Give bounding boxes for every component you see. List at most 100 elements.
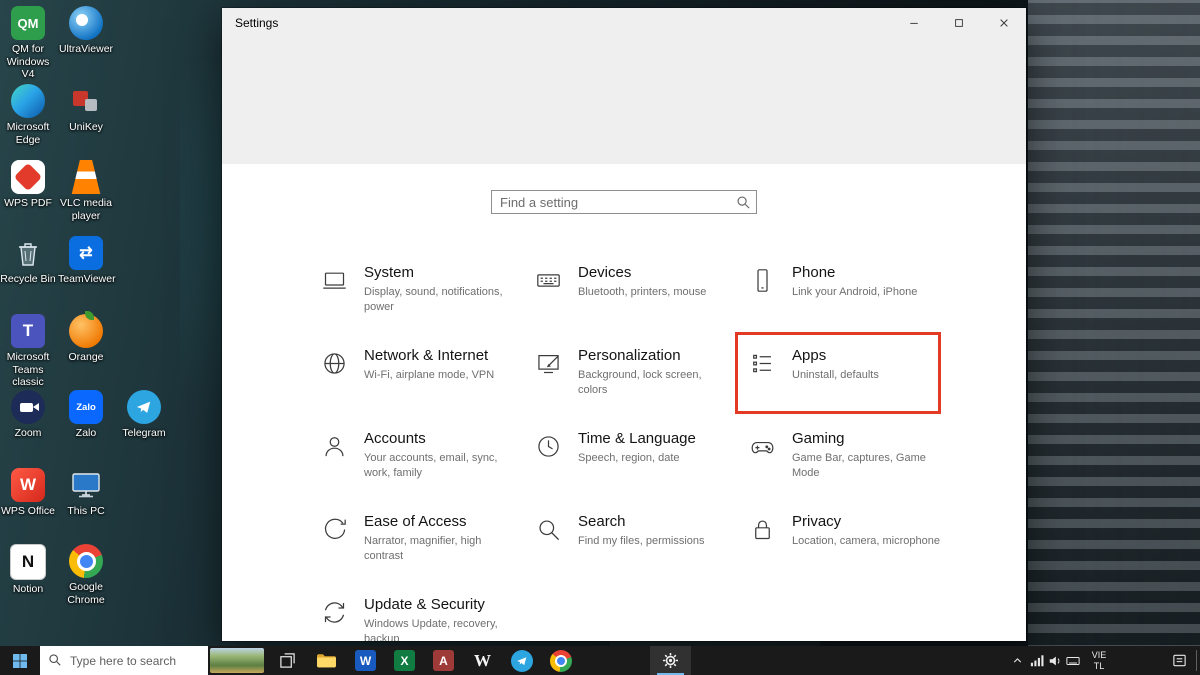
- desktop-icon-notion[interactable]: N Notion: [0, 544, 56, 596]
- desktop-icon-teams[interactable]: T Microsoft Teams classic: [0, 314, 56, 389]
- settings-category-gaming[interactable]: GamingGame Bar, captures, Game Mode: [747, 424, 961, 507]
- orange-icon: [69, 314, 103, 348]
- desktop-icon-wps-pdf[interactable]: WPS PDF: [0, 160, 56, 210]
- category-title: Apps: [792, 347, 944, 364]
- input-method-code: TL: [1094, 661, 1105, 671]
- taskbar-chrome[interactable]: [541, 646, 580, 675]
- taskbar-word[interactable]: W: [346, 646, 385, 675]
- accounts-user-icon: [321, 433, 349, 461]
- category-desc: Your accounts, email, sync, work, family: [364, 451, 516, 482]
- settings-category-update-security[interactable]: Update & SecurityWindows Update, recover…: [319, 590, 533, 641]
- category-desc: Narrator, magnifier, high contrast: [364, 534, 516, 565]
- ultraviewer-icon: [69, 6, 103, 40]
- category-desc: Game Bar, captures, Game Mode: [792, 451, 944, 482]
- desktop-icon-label: Telegram: [116, 427, 172, 440]
- desktop-icon-zoom[interactable]: Zoom: [0, 390, 56, 440]
- settings-category-phone[interactable]: PhoneLink your Android, iPhone: [747, 258, 961, 341]
- desktop-icon-microsoft-edge[interactable]: Microsoft Edge: [0, 84, 56, 146]
- category-title: System: [364, 264, 516, 281]
- ultraviewer-dot: [76, 14, 88, 26]
- desktop-icon-qm-for-windows[interactable]: QM QM for Windows V4: [0, 6, 56, 81]
- qm-for-windows-icon: QM: [11, 6, 45, 40]
- settings-category-personalization[interactable]: PersonalizationBackground, lock screen, …: [533, 341, 747, 424]
- news-interests-widget[interactable]: [210, 648, 264, 673]
- settings-category-search[interactable]: SearchFind my files, permissions: [533, 507, 747, 590]
- desktop-icon-telegram[interactable]: Telegram: [116, 390, 172, 440]
- category-desc: Speech, region, date: [578, 451, 730, 466]
- desktop-icon-label: Recycle Bin: [0, 273, 56, 286]
- settings-gear-icon: [661, 651, 680, 670]
- search-icon[interactable]: [736, 195, 751, 215]
- find-a-setting-searchbox[interactable]: [491, 190, 757, 214]
- desktop-icon-wps-office[interactable]: W WPS Office: [0, 468, 56, 518]
- chrome-icon: [69, 544, 103, 578]
- settings-category-ease-of-access[interactable]: Ease of Access Narrator, magnifier, high …: [319, 507, 533, 590]
- settings-category-system[interactable]: SystemDisplay, sound, notifications, pow…: [319, 258, 533, 341]
- action-center-button[interactable]: [1162, 646, 1196, 675]
- file-explorer-icon: [316, 652, 337, 669]
- wps-office-glyph: W: [20, 475, 36, 495]
- desktop-icon-unikey[interactable]: UniKey: [58, 84, 114, 134]
- settings-category-network[interactable]: Network & InternetWi-Fi, airplane mode, …: [319, 341, 533, 424]
- settings-category-apps[interactable]: AppsUninstall, defaults: [747, 341, 961, 424]
- desktop-icon-label: UltraViewer: [58, 43, 114, 56]
- settings-category-accounts[interactable]: AccountsYour accounts, email, sync, work…: [319, 424, 533, 507]
- desktop-icon-orange[interactable]: Orange: [58, 314, 114, 364]
- qm-glyph: QM: [18, 16, 39, 31]
- word-icon: W: [355, 650, 376, 671]
- minimize-button[interactable]: [891, 8, 936, 38]
- taskbar-wikipedia[interactable]: W: [463, 646, 502, 675]
- search-category-icon: [535, 516, 563, 544]
- system-icon: [321, 267, 349, 295]
- settings-category-time-language[interactable]: Time & LanguageSpeech, region, date: [533, 424, 747, 507]
- desktop-icon-recycle-bin[interactable]: Recycle Bin: [0, 236, 56, 286]
- close-button[interactable]: [981, 8, 1026, 38]
- desktop-icon-this-pc[interactable]: This PC: [58, 468, 114, 518]
- desktop-icon-label: Zalo: [58, 427, 114, 440]
- tray-show-hidden-icons[interactable]: [1006, 646, 1028, 675]
- tray-language-indicator[interactable]: VIE TL: [1084, 646, 1114, 675]
- desktop-icon-ultraviewer[interactable]: UltraViewer: [58, 6, 114, 56]
- desktop-icon-label: UniKey: [58, 121, 114, 134]
- titlebar[interactable]: Settings: [222, 8, 1026, 38]
- desktop-icon-label: WPS Office: [0, 505, 56, 518]
- time-language-clock-icon: [535, 433, 563, 461]
- ease-of-access-icon: [321, 516, 349, 544]
- category-desc: Bluetooth, printers, mouse: [578, 285, 730, 300]
- category-title: Ease of Access: [364, 513, 516, 530]
- desktop-icon-label: Orange: [58, 351, 114, 364]
- wps-pdf-icon: [11, 160, 45, 194]
- taskbar-search-input[interactable]: [40, 646, 208, 675]
- teams-icon: T: [11, 314, 45, 348]
- desktop-icon-google-chrome[interactable]: Google Chrome: [58, 544, 114, 606]
- desktop-icon-vlc[interactable]: VLC media player: [58, 160, 114, 222]
- desktop-icon-zalo[interactable]: Zalo Zalo: [58, 390, 114, 440]
- taskbar-access[interactable]: A: [424, 646, 463, 675]
- taskbar-file-explorer[interactable]: [307, 646, 346, 675]
- settings-category-devices[interactable]: Devices Bluetooth, printers, mouse: [533, 258, 747, 341]
- settings-category-privacy[interactable]: PrivacyLocation, camera, microphone: [747, 507, 961, 590]
- notion-glyph: N: [22, 552, 34, 572]
- taskbar-excel[interactable]: X: [385, 646, 424, 675]
- desktop-icon-teamviewer[interactable]: ⇄ TeamViewer: [58, 236, 114, 286]
- tray-touch-keyboard[interactable]: [1064, 646, 1082, 675]
- taskbar-settings-active[interactable]: [650, 646, 691, 675]
- maximize-button[interactable]: [936, 8, 981, 38]
- tray-network[interactable]: [1028, 646, 1046, 675]
- personalization-icon: [535, 350, 563, 378]
- zalo-icon: Zalo: [69, 390, 103, 424]
- unikey-key-gray: [85, 99, 97, 111]
- gaming-controller-icon: [749, 433, 777, 461]
- start-button[interactable]: [0, 646, 40, 675]
- show-desktop-button[interactable]: [1196, 650, 1200, 671]
- taskbar-search-box[interactable]: [40, 646, 208, 675]
- chevron-up-icon: [1011, 654, 1024, 667]
- desktop-icon-label: WPS PDF: [0, 197, 56, 210]
- task-view-button[interactable]: [268, 646, 307, 675]
- category-title: Personalization: [578, 347, 730, 364]
- find-a-setting-input[interactable]: [492, 191, 756, 213]
- unikey-icon: [69, 84, 103, 118]
- category-title: Devices: [578, 264, 730, 281]
- tray-volume[interactable]: [1046, 646, 1064, 675]
- taskbar-telegram[interactable]: [502, 646, 541, 675]
